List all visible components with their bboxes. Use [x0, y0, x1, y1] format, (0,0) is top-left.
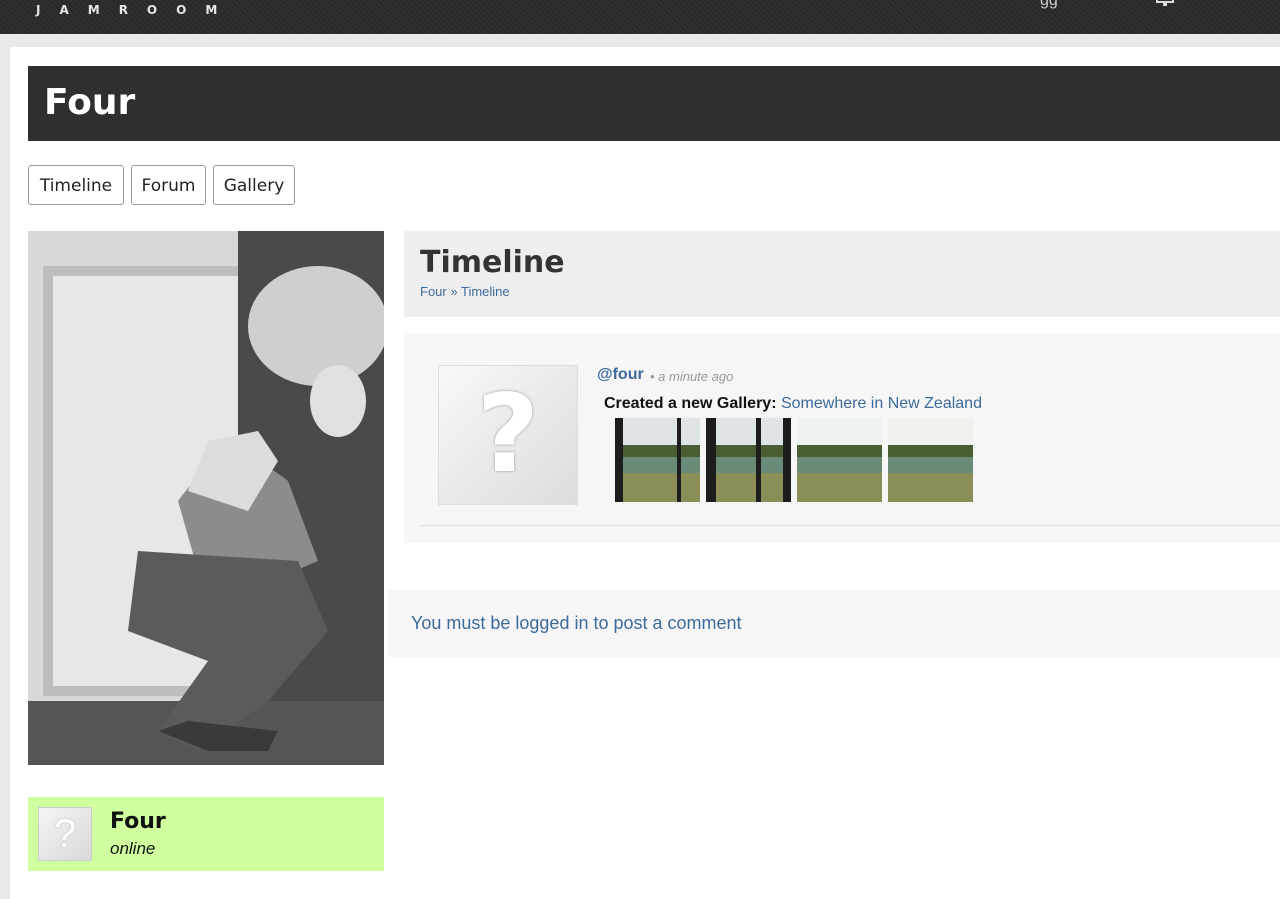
top-nav-bar: JAMROOM gg [0, 0, 1280, 34]
page-content: Four Timeline Forum Gallery ? Four onlin… [10, 47, 1280, 899]
breadcrumb-timeline-link[interactable]: Timeline [461, 284, 510, 299]
breadcrumb-profile-link[interactable]: Four [420, 284, 447, 299]
breadcrumb: Four » Timeline [420, 284, 510, 299]
user-avatar[interactable]: ? [38, 807, 92, 861]
entry-user-avatar[interactable]: ? [438, 365, 578, 505]
gallery-thumbnail[interactable] [888, 418, 973, 502]
entry-action: Created a new Gallery: Somewhere in New … [604, 395, 982, 413]
notification-icon[interactable] [1154, 0, 1176, 8]
entry-user-link[interactable]: @four [597, 366, 644, 384]
tab-gallery[interactable]: Gallery [213, 165, 295, 205]
profile-image[interactable] [28, 231, 384, 765]
jamroom-logo[interactable]: JAMROOM [36, 0, 236, 20]
breadcrumb-separator: » [450, 284, 458, 299]
comment-bar: You must be logged in to post a comment [388, 590, 1280, 657]
gallery-thumbnail[interactable] [706, 418, 791, 502]
tab-timeline[interactable]: Timeline [28, 165, 124, 205]
tab-forum[interactable]: Forum [131, 165, 206, 205]
profile-header: Four [28, 66, 1280, 141]
online-status-text: online [110, 839, 156, 858]
timeline-title: Timeline [420, 245, 565, 280]
login-to-comment-link[interactable]: You must be logged in to post a comment [411, 613, 742, 634]
gallery-thumbnail[interactable] [797, 418, 882, 502]
profile-photo [28, 231, 384, 765]
online-user-name[interactable]: Four [110, 809, 166, 834]
divider [420, 525, 1280, 526]
timeline-header: Timeline Four » Timeline [404, 231, 1280, 317]
login-link[interactable]: gg [1040, 0, 1058, 10]
gallery-thumbnail[interactable] [615, 418, 700, 502]
gallery-link[interactable]: Somewhere in New Zealand [781, 395, 982, 412]
online-status-box: ? Four online [28, 797, 384, 871]
profile-title: Four [44, 82, 136, 123]
entry-action-text: Created a new Gallery: [604, 395, 777, 412]
entry-timestamp: • a minute ago [650, 369, 734, 384]
timeline-entry: ? @four • a minute ago Created a new Gal… [404, 333, 1280, 543]
